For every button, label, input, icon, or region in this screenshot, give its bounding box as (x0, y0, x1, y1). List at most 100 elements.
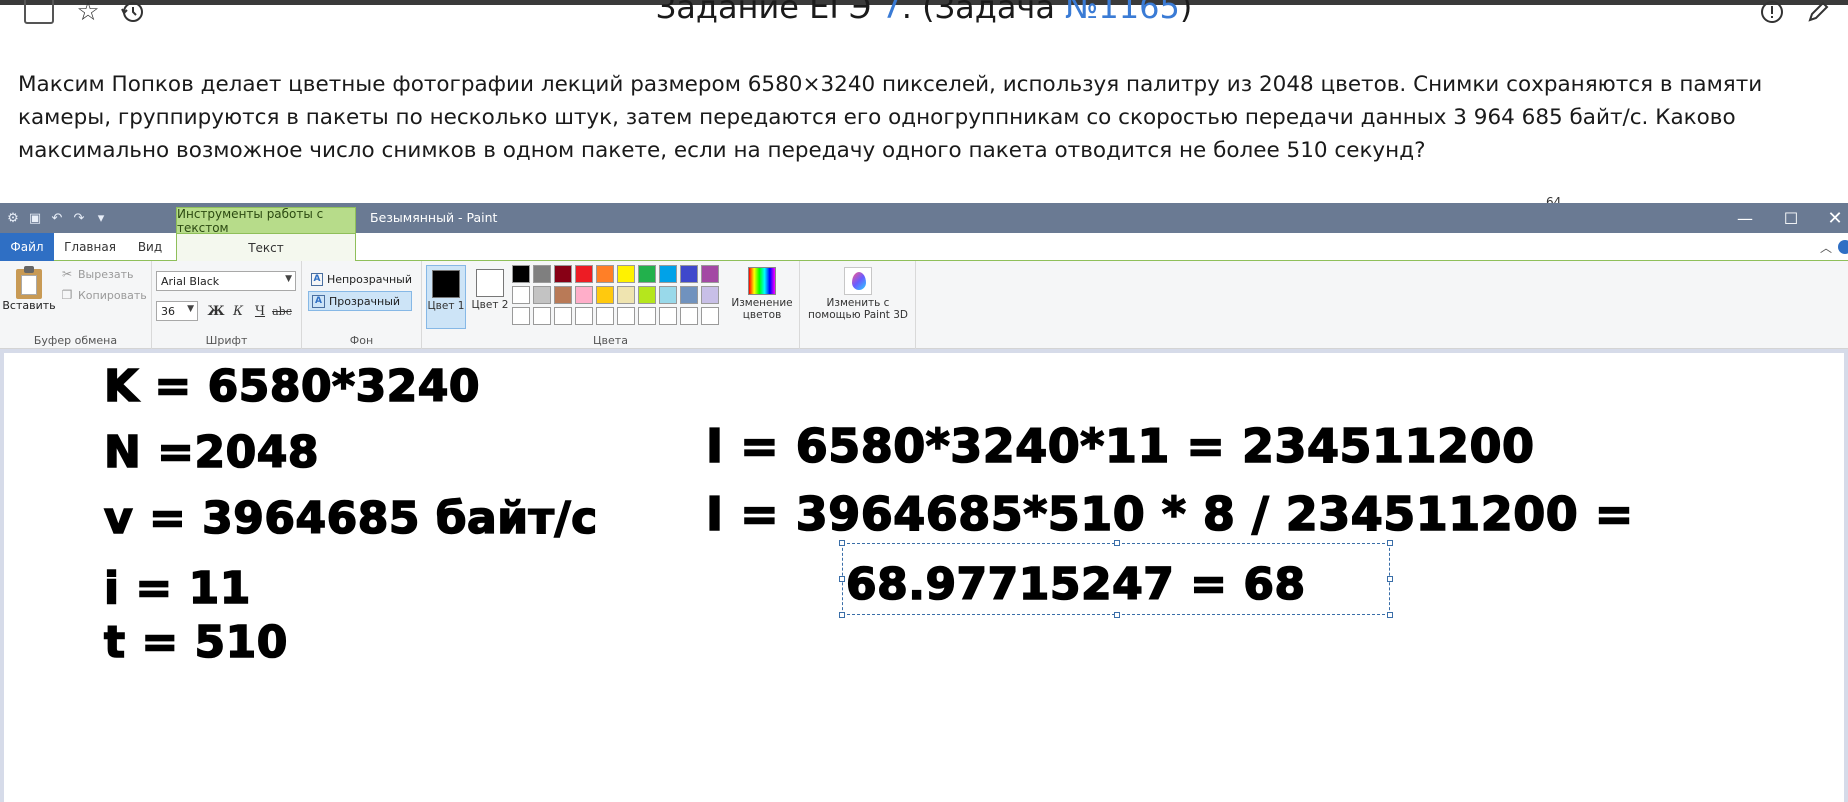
chevron-down-icon: ▼ (285, 274, 292, 284)
maximize-button[interactable]: ☐ (1768, 203, 1814, 233)
palette-swatch[interactable] (596, 286, 614, 304)
palette-swatch[interactable] (512, 286, 530, 304)
help-icon[interactable] (1838, 240, 1848, 254)
problem-number-link[interactable]: №1165 (1065, 0, 1180, 26)
palette-swatch[interactable] (701, 307, 719, 325)
tab-text[interactable]: Текст (176, 233, 356, 262)
edit-colors-label: Изменение цветов (731, 297, 793, 321)
font-size-select[interactable]: 36 ▼ (156, 301, 198, 321)
formula-i: i = 11 (103, 562, 251, 615)
pencil-svg (1808, 1, 1829, 22)
palette-swatch[interactable] (680, 265, 698, 283)
palette-swatch[interactable] (680, 307, 698, 325)
palette-swatch[interactable] (617, 286, 635, 304)
cut-button[interactable]: ✂ Вырезать (60, 267, 134, 281)
redo-icon[interactable]: ↷ (70, 211, 88, 226)
formula-volume: I = 6580*3240*11 = 234511200 (705, 418, 1535, 474)
formula-k: K = 6580*3240 (103, 360, 481, 413)
palette-swatch[interactable] (575, 307, 593, 325)
resize-handle[interactable] (1114, 612, 1120, 618)
paste-button[interactable]: Вставить (2, 265, 56, 325)
bold-button[interactable]: Ж (206, 301, 226, 321)
edit-colors-button[interactable]: Изменение цветов (730, 265, 794, 329)
title-suffix: ) (1179, 0, 1193, 26)
palette-swatch[interactable] (680, 286, 698, 304)
paint3d-group: Изменить с помощью Paint 3D (800, 261, 916, 349)
edit-icon[interactable] (1802, 0, 1834, 28)
strikethrough-button[interactable]: abc (272, 301, 292, 321)
color1-button[interactable]: Цвет 1 (426, 265, 466, 329)
palette-swatch[interactable] (659, 265, 677, 283)
palette-swatch[interactable] (554, 307, 572, 325)
font-family-value: Arial Black (161, 274, 220, 288)
undo-icon[interactable]: ↶ (48, 211, 66, 226)
customize-qat-icon[interactable]: ▾ (92, 211, 110, 226)
resize-handle[interactable] (839, 540, 845, 546)
formula-result[interactable]: 68.97715247 = 68 (845, 558, 1306, 611)
palette-swatch[interactable] (659, 286, 677, 304)
transparent-button[interactable]: A Прозрачный (308, 291, 412, 311)
palette-swatch[interactable] (638, 286, 656, 304)
quick-access-toolbar: ⚙ ▣ ↶ ↷ ▾ (4, 209, 110, 227)
underline-button[interactable]: Ч (250, 301, 270, 321)
palette-swatch[interactable] (638, 265, 656, 283)
tab-file[interactable]: Файл (0, 233, 54, 261)
resize-handle[interactable] (1387, 540, 1393, 546)
palette-swatch[interactable] (596, 265, 614, 283)
color2-label: Цвет 2 (471, 299, 509, 311)
opaque-icon: A (311, 272, 323, 286)
palette-swatch[interactable] (701, 265, 719, 283)
font-size-value: 36 (161, 304, 175, 318)
palette-swatch[interactable] (617, 265, 635, 283)
tab-home[interactable]: Главная (60, 233, 120, 261)
paint3d-button[interactable]: Изменить с помощью Paint 3D (806, 265, 910, 329)
formula-count: I = 3964685*510 * 8 / 234511200 = (705, 486, 1634, 542)
title-prefix: Задание ЕГЭ (655, 0, 882, 26)
task-number-link[interactable]: 7 (881, 0, 901, 26)
transparent-label: Прозрачный (329, 294, 401, 308)
font-family-select[interactable]: Arial Black ▼ (156, 271, 296, 291)
palette-swatch[interactable] (638, 307, 656, 325)
colors-group: Цвет 1 Цвет 2 Изменение цветов Цвета (422, 261, 800, 349)
palette-swatch[interactable] (617, 307, 635, 325)
minimize-button[interactable]: — (1722, 203, 1768, 233)
palette-swatch[interactable] (554, 265, 572, 283)
drawing-canvas[interactable]: K = 6580*3240 N =2048 v = 3964685 байт/с… (4, 353, 1844, 802)
palette-swatch[interactable] (512, 307, 530, 325)
resize-handle[interactable] (1387, 576, 1393, 582)
scissors-icon: ✂ (61, 267, 73, 281)
close-button[interactable]: ✕ (1812, 203, 1848, 233)
tab-view[interactable]: Вид (128, 233, 172, 261)
resize-handle[interactable] (839, 612, 845, 618)
background-group-label: Фон (349, 334, 374, 347)
title-middle: . (Задача (901, 0, 1066, 26)
page-header: ☆ Задание ЕГЭ 7. (Задача №1165) (0, 0, 1848, 40)
palette-swatch[interactable] (659, 307, 677, 325)
color2-button[interactable]: Цвет 2 (470, 265, 510, 329)
palette-swatch[interactable] (533, 307, 551, 325)
opaque-button[interactable]: A Непрозрачный (308, 269, 412, 289)
palette-swatch[interactable] (596, 307, 614, 325)
alert-icon[interactable] (1756, 0, 1788, 28)
resize-handle[interactable] (1387, 612, 1393, 618)
palette-swatch[interactable] (575, 286, 593, 304)
resize-handle[interactable] (1114, 540, 1120, 546)
paint-window: 64 ⚙ ▣ ↶ ↷ ▾ Инструменты работы с тексто… (0, 195, 1848, 802)
transparent-icon: A (312, 294, 325, 308)
app-menu-icon[interactable]: ⚙ (4, 211, 22, 226)
canvas-workspace: K = 6580*3240 N =2048 v = 3964685 байт/с… (0, 349, 1848, 802)
chevron-up-icon[interactable]: ︿ (1820, 239, 1832, 256)
palette-swatch[interactable] (701, 286, 719, 304)
resize-handle[interactable] (839, 576, 845, 582)
palette-swatch[interactable] (512, 265, 530, 283)
palette-swatch[interactable] (554, 286, 572, 304)
clipboard-group-label: Буфер обмена (33, 334, 118, 347)
palette-swatch[interactable] (533, 265, 551, 283)
opaque-label: Непрозрачный (326, 272, 412, 286)
title-bar[interactable]: ⚙ ▣ ↶ ↷ ▾ Инструменты работы с текстом Б… (0, 203, 1848, 235)
palette-swatch[interactable] (533, 286, 551, 304)
copy-button[interactable]: ❐ Копировать (60, 288, 147, 302)
save-icon[interactable]: ▣ (26, 211, 44, 226)
palette-swatch[interactable] (575, 265, 593, 283)
italic-button[interactable]: К (228, 301, 248, 321)
